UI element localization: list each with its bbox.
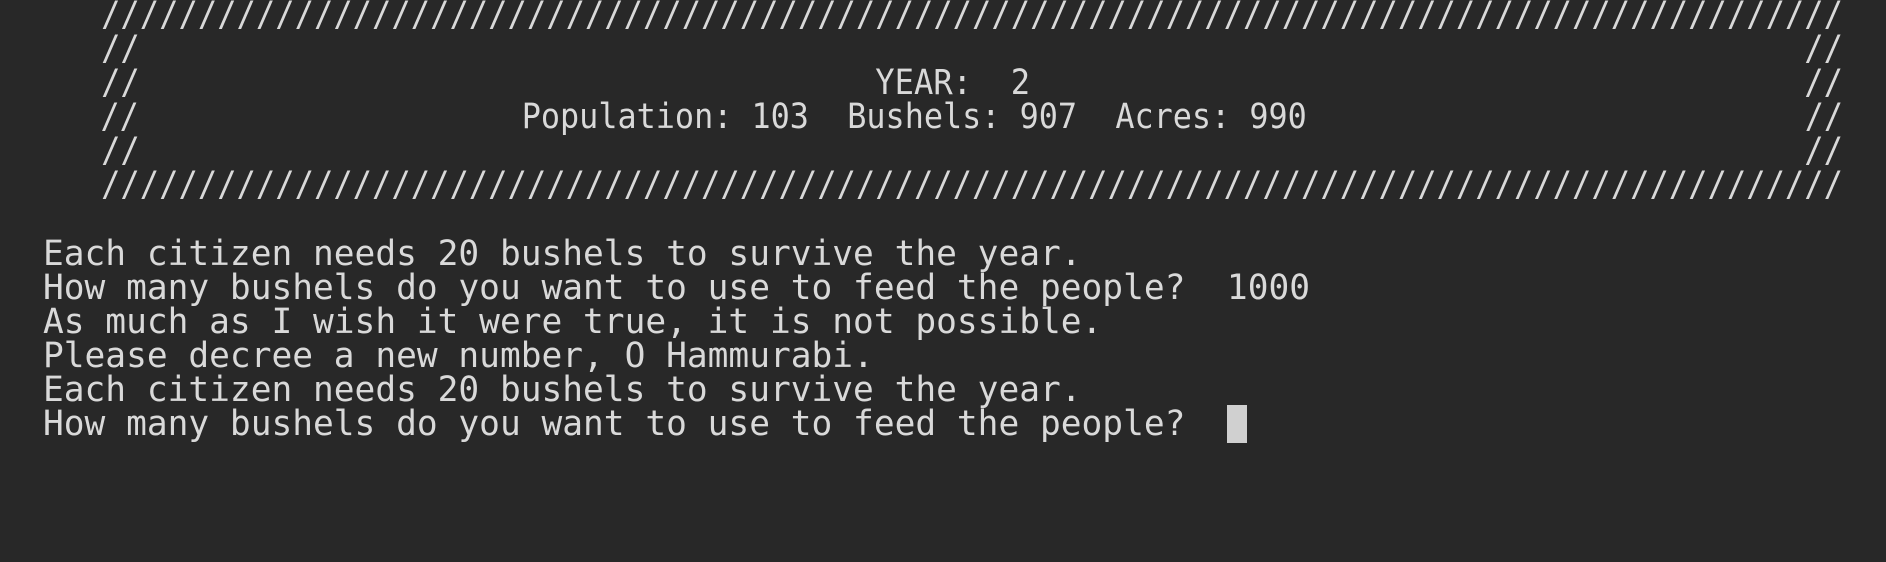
input-prompt-line[interactable]: How many bushels do you want to use to f… bbox=[43, 404, 1247, 445]
banner-bottom-border: ////////////////////////////////////////… bbox=[43, 165, 1843, 205]
text-cursor[interactable] bbox=[1226, 405, 1247, 443]
input-prompt-text: How many bushels do you want to use to f… bbox=[43, 404, 1227, 444]
terminal-window[interactable]: ////////////////////////////////////////… bbox=[0, 0, 1886, 562]
